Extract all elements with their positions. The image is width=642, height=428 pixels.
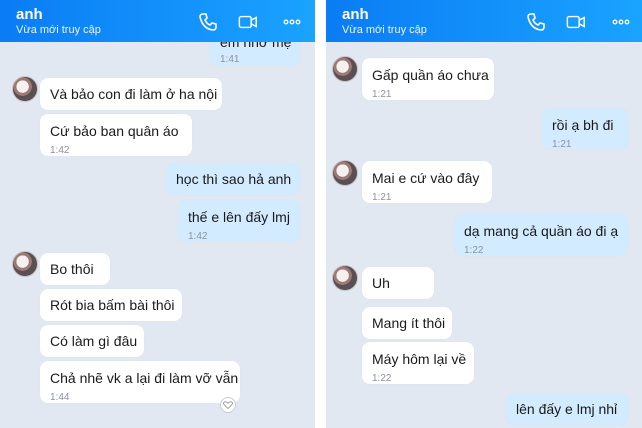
message-text: dạ mang cả quần áo đi ạ	[464, 223, 619, 239]
message-time: 1:41	[220, 54, 240, 65]
phone-icon[interactable]	[526, 12, 546, 32]
message-bubble-incoming[interactable]: Máy hôm lại về 1:22	[362, 342, 474, 384]
message-text: thế e lên đấy lmj	[188, 209, 290, 225]
message-bubble-incoming[interactable]: Rót bia bấm bài thôi	[40, 289, 182, 321]
more-options-icon[interactable]	[611, 12, 631, 32]
avatar[interactable]	[332, 160, 358, 186]
avatar[interactable]	[332, 265, 358, 291]
avatar[interactable]	[12, 76, 38, 102]
more-options-icon[interactable]	[282, 12, 302, 32]
message-time: 1:42	[188, 231, 208, 242]
message-time: 1:44	[50, 392, 70, 403]
message-time: 1:22	[464, 245, 484, 256]
message-bubble-outgoing[interactable]: thế e lên đấy lmj 1:42	[178, 200, 300, 242]
message-text: rồi ạ bh đi	[552, 117, 614, 133]
contact-name[interactable]: anh	[16, 6, 43, 23]
message-text: Máy hôm lại về	[372, 351, 467, 367]
message-time: 1:21	[372, 89, 392, 100]
message-time: 1:42	[50, 145, 70, 156]
heart-reaction-icon[interactable]	[220, 397, 236, 413]
message-text: Uh	[372, 275, 390, 291]
message-time: 1:22	[372, 373, 392, 384]
avatar[interactable]	[12, 251, 38, 277]
message-bubble-incoming[interactable]: Cứ bảo ban quân áo 1:42	[40, 114, 192, 156]
message-bubble-incoming[interactable]: Mang ít thôi	[362, 307, 452, 339]
message-text: Có làm gì đâu	[50, 333, 138, 349]
message-bubble-outgoing[interactable]: rồi ạ bh đi 1:21	[542, 108, 628, 150]
video-call-icon[interactable]	[566, 12, 586, 32]
contact-status: Vừa mới truy cập	[16, 24, 101, 36]
message-bubble-outgoing[interactable]: dạ mang cả quần áo đi ạ 1:22	[454, 214, 628, 256]
message-bubble-incoming[interactable]: Chả nhẽ vk a lại đi làm vỡ vẫn 1:44	[40, 361, 240, 403]
message-text: Và bảo con đi làm ở ha nội	[50, 86, 218, 102]
message-bubble-incoming[interactable]: Gấp quần áo chưa 1:21	[362, 58, 494, 100]
chat-header: anh Vừa mới truy cập	[0, 0, 315, 42]
message-text: học thì sao hả anh	[176, 171, 292, 187]
message-time: 1:21	[372, 192, 392, 203]
message-text: Bo thôi	[50, 261, 94, 277]
message-text: Chả nhẽ vk a lại đi làm vỡ vẫn	[50, 370, 239, 386]
message-text: Mang ít thôi	[372, 315, 446, 331]
message-text: Rót bia bấm bài thôi	[50, 297, 175, 313]
message-bubble-incoming[interactable]: Và bảo con đi làm ở ha nội	[40, 78, 222, 110]
contact-status: Vừa mới truy cập	[342, 24, 427, 36]
chat-header: anh Vừa mới truy cập	[326, 0, 642, 42]
message-text: Gấp quần áo chưa	[372, 67, 489, 83]
message-bubble-outgoing[interactable]: lên đấy e lmj nhỉ	[506, 393, 628, 425]
message-text: lên đấy e lmj nhỉ	[516, 401, 618, 417]
message-bubble-incoming[interactable]: Bo thôi	[40, 253, 110, 285]
message-bubble-incoming[interactable]: Có làm gì đâu	[40, 325, 144, 357]
phone-icon[interactable]	[198, 12, 218, 32]
contact-name[interactable]: anh	[342, 6, 369, 23]
chat-panel-left: anh Vừa mới truy cập em nhớ mẹ 1:41 Và b…	[0, 0, 315, 428]
message-text: Mai e cứ vào đây	[372, 170, 480, 186]
message-bubble-outgoing[interactable]: học thì sao hả anh	[166, 163, 300, 195]
video-call-icon[interactable]	[238, 12, 258, 32]
message-bubble-incoming[interactable]: Uh	[362, 267, 434, 299]
message-text: Cứ bảo ban quân áo	[50, 123, 179, 139]
message-time: 1:21	[552, 139, 572, 150]
chat-panel-right: anh Vừa mới truy cập Gấp quần áo chưa 1:…	[326, 0, 642, 428]
message-bubble-incoming[interactable]: Mai e cứ vào đây 1:21	[362, 161, 492, 203]
avatar[interactable]	[332, 56, 358, 82]
